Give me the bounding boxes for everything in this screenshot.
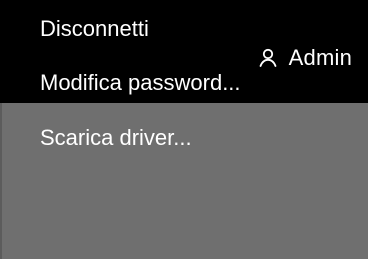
menu-left-edge [0, 103, 2, 259]
menu-item-change-password[interactable]: Modifica password... [40, 70, 368, 96]
user-icon [257, 47, 279, 69]
user-name-label: Admin [288, 45, 352, 70]
menu-item-download-drivers[interactable]: Scarica driver... [40, 125, 368, 151]
menu-item-logout[interactable]: Disconnetti [40, 16, 368, 42]
